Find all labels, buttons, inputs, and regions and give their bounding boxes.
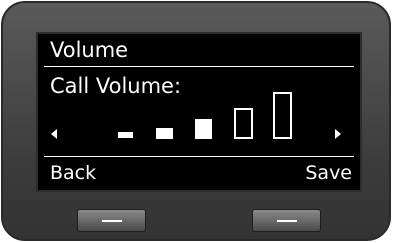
- dash-icon: [102, 220, 122, 222]
- left-softkey-button[interactable]: [77, 209, 146, 232]
- volume-setting-label: Call Volume:: [50, 74, 182, 98]
- right-softkey-button[interactable]: [252, 209, 321, 232]
- left-arrow-icon[interactable]: [51, 129, 57, 139]
- display-screen: Volume Call Volume: Back Save: [38, 34, 360, 190]
- volume-level-5: [273, 92, 292, 139]
- phone-device: Volume Call Volume: Back Save: [1, 1, 391, 241]
- volume-level-2: [156, 128, 173, 139]
- volume-level-3: [195, 119, 212, 139]
- title-divider: [44, 66, 354, 67]
- volume-level-4: [234, 108, 253, 139]
- softkey-divider: [44, 156, 354, 157]
- volume-level-1: [118, 132, 133, 138]
- screen-title: Volume: [50, 38, 129, 62]
- save-softkey-label[interactable]: Save: [305, 161, 352, 185]
- back-softkey-label[interactable]: Back: [50, 161, 96, 185]
- dash-icon: [277, 220, 297, 222]
- right-arrow-icon[interactable]: [335, 129, 341, 139]
